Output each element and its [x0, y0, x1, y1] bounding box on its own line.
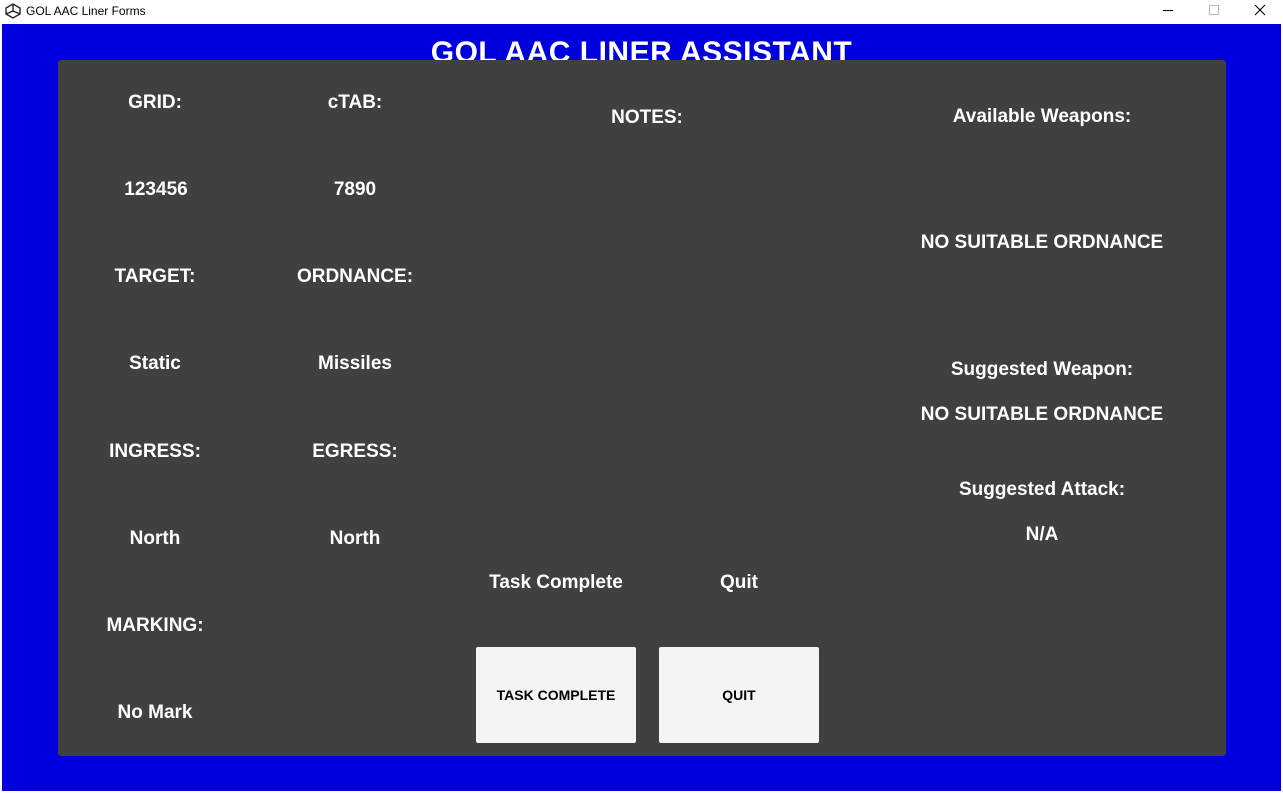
- main-panel: GRID: cTAB: 123456 7890 TARGET: ORDNANCE…: [58, 60, 1226, 756]
- target-value[interactable]: Static: [129, 353, 181, 375]
- egress-value[interactable]: North: [330, 528, 381, 550]
- task-complete-label: Task Complete: [489, 572, 623, 593]
- quit-button[interactable]: QUIT: [659, 647, 819, 743]
- available-weapons-label: Available Weapons:: [952, 106, 1132, 127]
- application-window: GOL AAC Liner Forms GOL AAC LINER ASSIST…: [0, 0, 1283, 793]
- suggested-weapon-label: Suggested Weapon:: [950, 359, 1134, 380]
- ctab-value[interactable]: 7890: [334, 179, 376, 201]
- ctab-label: cTAB:: [327, 92, 383, 113]
- suggested-attack-label: Suggested Attack:: [958, 479, 1126, 500]
- minimize-button[interactable]: [1145, 0, 1191, 24]
- close-button[interactable]: [1237, 0, 1283, 24]
- available-weapons-value: NO SUITABLE ORDNANCE: [920, 232, 1164, 253]
- maximize-button[interactable]: [1191, 0, 1237, 24]
- ingress-value[interactable]: North: [130, 528, 181, 550]
- grid-value[interactable]: 123456: [124, 179, 187, 201]
- ordnance-label: ORDNANCE:: [296, 266, 414, 287]
- marking-label: MARKING:: [106, 615, 204, 636]
- quit-label: Quit: [720, 572, 758, 593]
- close-icon: [1254, 3, 1266, 21]
- notes-label: NOTES:: [611, 107, 683, 128]
- marking-value[interactable]: No Mark: [118, 702, 193, 724]
- grid-label: GRID:: [128, 92, 182, 113]
- suggested-attack-value: N/A: [1025, 524, 1059, 545]
- minimize-icon: [1162, 3, 1174, 21]
- egress-label: EGRESS:: [312, 441, 398, 462]
- title-bar[interactable]: GOL AAC Liner Forms: [0, 0, 1283, 24]
- app-background: GOL AAC LINER ASSISTANT GRID: cTAB: 1234…: [2, 24, 1281, 791]
- ingress-label: INGRESS:: [109, 441, 201, 462]
- maximize-icon: [1208, 3, 1220, 21]
- window-title: GOL AAC Liner Forms: [26, 4, 146, 18]
- unity-logo-icon: [5, 3, 21, 19]
- ordnance-value[interactable]: Missiles: [318, 353, 392, 375]
- target-label: TARGET:: [114, 266, 196, 287]
- suggested-weapon-value: NO SUITABLE ORDNANCE: [920, 404, 1164, 425]
- task-complete-button[interactable]: TASK COMPLETE: [476, 647, 636, 743]
